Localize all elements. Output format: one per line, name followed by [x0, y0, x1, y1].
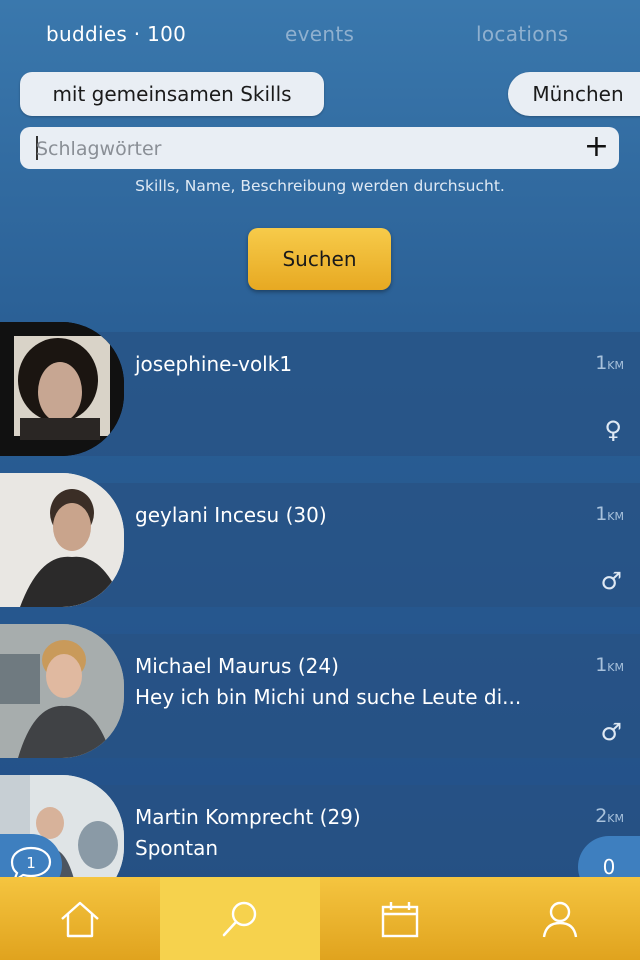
search-icon	[222, 901, 257, 936]
nav-search[interactable]	[160, 877, 320, 960]
home-icon	[61, 901, 99, 937]
buddy-name: Martin Komprecht (29)	[135, 805, 361, 829]
city-filter-chip[interactable]: München	[508, 72, 640, 116]
tab-events[interactable]: events	[285, 22, 354, 46]
avatar	[0, 624, 124, 758]
tab-buddies[interactable]: buddies · 100	[46, 22, 186, 46]
nav-profile[interactable]	[480, 877, 640, 960]
buddy-name: geylani Incesu (30)	[135, 503, 327, 527]
male-icon: ♂	[600, 718, 622, 746]
profile-icon	[542, 901, 578, 937]
female-icon: ♀	[604, 416, 622, 444]
calendar-icon	[381, 901, 419, 937]
skills-filter-chip[interactable]: mit gemeinsamen Skills	[20, 72, 324, 116]
nav-calendar[interactable]	[320, 877, 480, 960]
plus-icon[interactable]: +	[584, 132, 609, 162]
list-item[interactable]: geylani Incesu (30) 1KM ♂	[0, 473, 640, 607]
nav-home[interactable]	[0, 877, 160, 960]
buddy-name: Michael Maurus (24)	[135, 654, 339, 678]
list-item[interactable]: Michael Maurus (24) Hey ich bin Michi un…	[0, 624, 640, 758]
list-item[interactable]: josephine-volk1 1KM ♀	[0, 322, 640, 456]
distance: 1KM	[595, 352, 624, 374]
distance: 1KM	[595, 654, 624, 676]
distance: 1KM	[595, 503, 624, 525]
buddy-description: Spontan	[135, 836, 219, 860]
distance: 2KM	[595, 805, 624, 827]
avatar	[0, 473, 124, 607]
avatar	[0, 322, 124, 456]
search-button[interactable]: Suchen	[248, 228, 391, 290]
male-icon: ♂	[600, 567, 622, 595]
chat-count: 1	[26, 854, 36, 872]
search-hint: Skills, Name, Beschreibung werden durchs…	[135, 177, 505, 195]
tab-locations[interactable]: locations	[476, 22, 568, 46]
buddy-name: josephine-volk1	[135, 352, 293, 376]
keyword-search-field[interactable]: +	[20, 127, 619, 171]
keyword-input[interactable]	[34, 127, 578, 171]
bottom-nav	[0, 877, 640, 960]
buddy-description: Hey ich bin Michi und suche Leute di...	[135, 685, 522, 709]
top-tabs: buddies · 100 events locations	[0, 22, 640, 52]
